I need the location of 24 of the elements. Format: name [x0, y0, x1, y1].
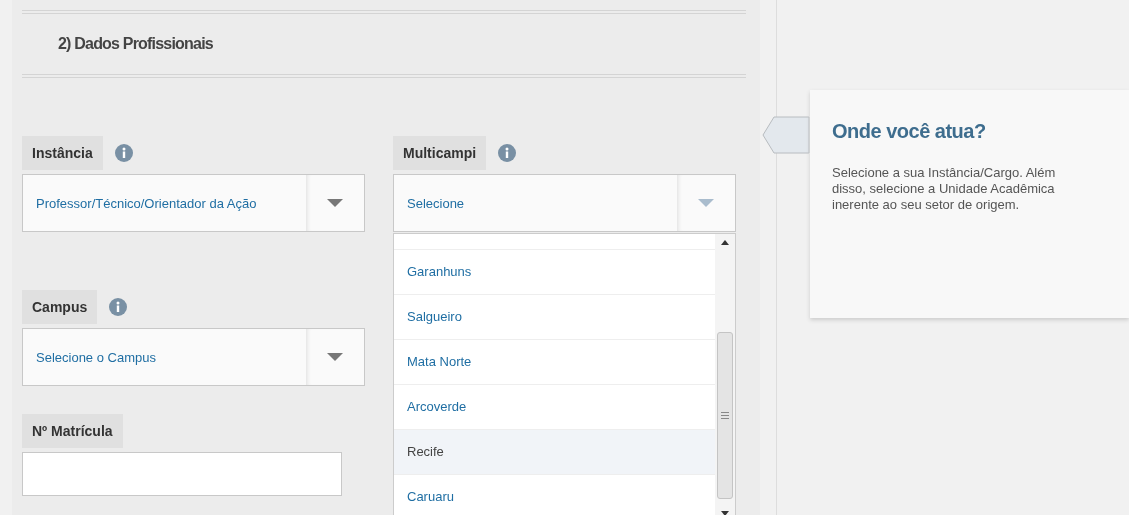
info-icon[interactable]: [114, 144, 133, 162]
help-title: Onde você atua?: [832, 120, 987, 143]
select-field[interactable]: Selecione o Campus: [22, 328, 365, 386]
caret-icon: [698, 199, 714, 207]
scroll-thumb[interactable]: [717, 332, 733, 499]
pointer-tab-icon: [762, 116, 810, 154]
field-label: Campus: [22, 290, 98, 324]
field-label: Instância: [22, 136, 103, 170]
scroll-up-icon[interactable]: [721, 240, 729, 245]
grip-icon: [721, 412, 729, 419]
help-text: Selecione a sua Instância/Cargo. Além disso, selecione a Unidade Acadêmica inerente ao seu setor de origem.: [832, 165, 1057, 213]
info-icon[interactable]: [109, 298, 128, 316]
field-label: Multicampi: [393, 136, 487, 170]
input-field[interactable]: [22, 452, 342, 496]
select-field[interactable]: Professor/Técnico/Orientador da Ação: [22, 174, 365, 232]
dropdown-option[interactable]: Recife: [394, 429, 715, 474]
scroll-down-icon[interactable]: [721, 511, 729, 515]
scrollbar[interactable]: [715, 234, 735, 515]
caret-icon: [327, 353, 343, 361]
field-label: Nº Matrícula: [22, 414, 123, 448]
caret-icon: [327, 199, 343, 207]
section-title: 2) Dados Profissionais: [58, 35, 213, 53]
select-field[interactable]: Selecione: [393, 174, 736, 232]
info-icon[interactable]: [498, 144, 517, 162]
